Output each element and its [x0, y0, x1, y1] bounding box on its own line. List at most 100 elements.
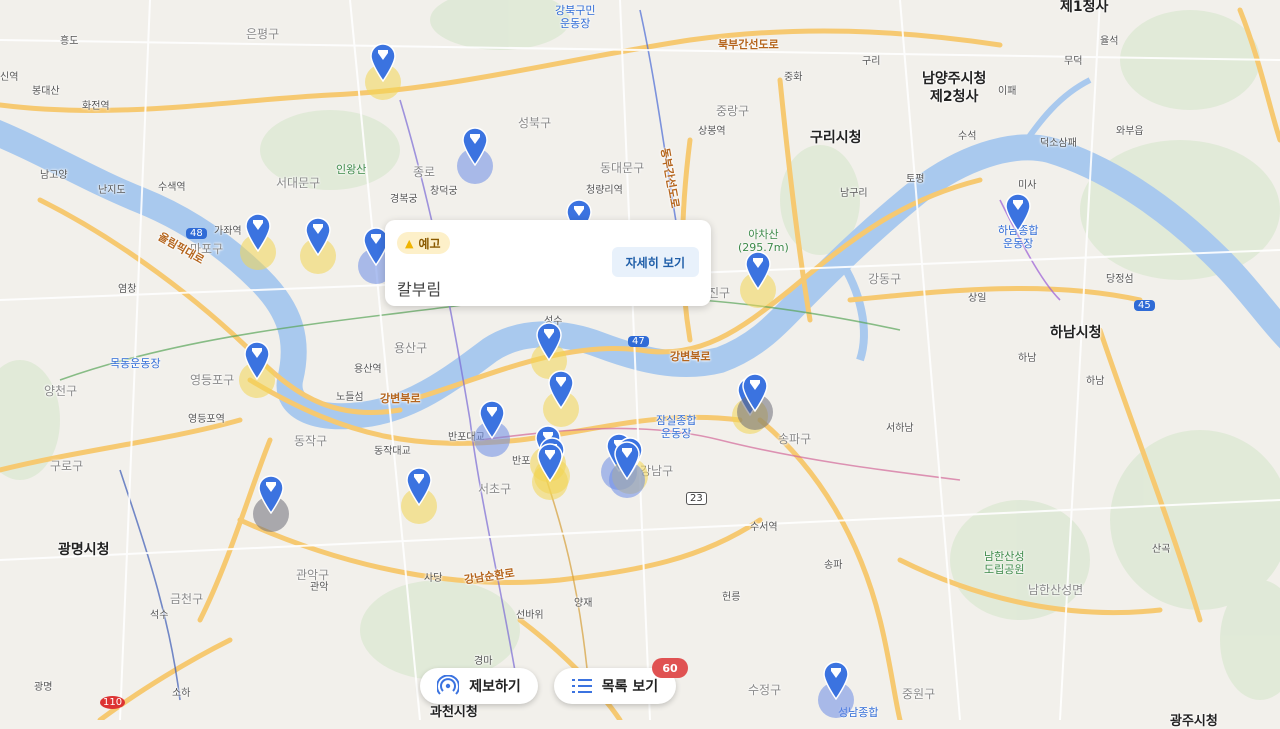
map-pin-icon	[245, 213, 271, 252]
map-label: 산곡	[1152, 544, 1171, 555]
map-label: 수정구	[748, 683, 782, 697]
incident-marker[interactable]	[401, 466, 437, 524]
map-label: 소하	[172, 688, 191, 699]
map-label: 덕소삼패	[1040, 138, 1077, 149]
incident-marker[interactable]	[365, 42, 401, 100]
incident-marker[interactable]	[609, 440, 645, 498]
route-shield: 110	[100, 696, 126, 709]
map-label: 난지도	[98, 185, 126, 196]
incident-marker[interactable]	[531, 321, 567, 379]
map-label: 노들섬	[336, 392, 364, 403]
route-shield: 45	[1134, 300, 1155, 311]
map-label: 이패	[998, 86, 1017, 97]
incident-marker[interactable]	[737, 372, 773, 430]
view-details-button[interactable]: 자세히 보기	[611, 247, 699, 277]
map-label: 상일	[968, 293, 987, 304]
map-label: 흥도	[60, 36, 79, 47]
incident-marker[interactable]	[457, 126, 493, 184]
map-label: 수서역	[750, 522, 778, 533]
map-label: 금천구	[170, 592, 204, 606]
map-label: 당정섬	[1106, 274, 1134, 285]
map-label: 동작구	[294, 434, 328, 448]
list-icon	[571, 678, 592, 694]
map-pin-icon	[406, 467, 432, 506]
map-label: 하남	[1018, 353, 1037, 364]
map-label: 봉대산	[32, 86, 60, 97]
route-shield: 23	[686, 492, 707, 505]
map-label: 수색역	[158, 182, 186, 193]
map-label: 경복궁	[390, 194, 418, 205]
broadcast-icon	[437, 675, 460, 697]
map-label: 구리시청	[810, 130, 862, 146]
map-label: 영등포구	[190, 373, 235, 387]
incident-marker[interactable]	[240, 212, 276, 270]
route-shield: 47	[628, 336, 649, 347]
map-label: 광명	[34, 682, 53, 693]
map-label: 성북구	[518, 116, 552, 130]
map-label: 중원구	[902, 687, 936, 701]
incident-marker[interactable]	[239, 340, 275, 398]
incident-marker[interactable]	[300, 216, 336, 274]
incident-marker[interactable]	[818, 660, 854, 718]
map-label: 제2청사	[930, 89, 979, 105]
list-label: 목록 보기	[601, 679, 659, 695]
map-pin-icon	[614, 441, 640, 480]
map-label: 남한산성 도립공원	[984, 550, 1025, 577]
report-button[interactable]: 제보하기	[420, 668, 538, 704]
map-label: 목동운동장	[110, 357, 161, 370]
map-label: 화전역	[82, 101, 110, 112]
map-label: 송파	[824, 560, 843, 571]
map-label: 가좌역	[214, 226, 242, 237]
incident-marker[interactable]	[532, 442, 568, 500]
map-label: 신역	[0, 72, 19, 83]
warning-icon: ▲	[405, 236, 414, 250]
map-pin-icon	[244, 341, 270, 380]
map-pin-icon	[742, 373, 768, 412]
map-label: 강변북로	[380, 392, 421, 405]
route-shield: 48	[186, 228, 207, 239]
map-pin-icon	[548, 370, 574, 409]
map-label: 인왕산	[336, 163, 367, 176]
map-label: 토평	[906, 174, 925, 185]
map-pin-icon	[370, 43, 396, 82]
map-label: 구리	[862, 56, 881, 67]
forecast-badge: ▲ 예고	[397, 232, 450, 254]
map-label: 무덕	[1064, 56, 1083, 67]
map-pin-icon	[1005, 193, 1031, 232]
map-pin-icon	[462, 127, 488, 166]
map-label: 양천구	[44, 384, 78, 398]
incident-marker[interactable]	[1004, 192, 1032, 232]
map-label: 진구	[708, 286, 731, 300]
map-label: 강변북로	[670, 350, 711, 363]
map-label: 선바위	[516, 610, 544, 621]
map-canvas[interactable]	[0, 0, 1280, 720]
map-label: 남고양	[40, 170, 68, 181]
map-pin-icon	[479, 400, 505, 439]
map-label: 북부간선도로	[718, 38, 779, 51]
map-label: 창덕궁	[430, 186, 458, 197]
map-pin-icon	[536, 322, 562, 361]
map-label: 관악	[310, 582, 329, 593]
incident-marker[interactable]	[543, 369, 579, 427]
map-label: 헌릉	[722, 592, 741, 603]
incident-marker[interactable]	[474, 399, 510, 457]
map-label: 율석	[1100, 36, 1119, 47]
list-view-button[interactable]: 목록 보기 60	[554, 658, 688, 704]
badge-label: 예고	[418, 236, 441, 251]
map-label: 남구리	[840, 188, 868, 199]
map-label: 용산역	[354, 364, 382, 375]
map-label: 와부읍	[1116, 126, 1144, 137]
map-label: 사당	[424, 573, 443, 584]
incident-marker[interactable]	[253, 474, 289, 532]
map-label: 상봉역	[698, 126, 726, 137]
map-pin-icon	[745, 251, 771, 290]
map-label: 남한산성면	[1028, 583, 1084, 597]
report-label: 제보하기	[469, 679, 521, 695]
map-label: 하남시청	[1050, 325, 1102, 341]
map-label: 강북구민 운동장	[555, 4, 596, 31]
map-label: 동작대교	[374, 446, 411, 457]
incident-marker[interactable]	[740, 250, 776, 308]
map-label: 잠실종합 운동장	[656, 414, 697, 441]
map-pin-icon	[537, 443, 563, 482]
list-count-badge: 60	[652, 658, 688, 678]
